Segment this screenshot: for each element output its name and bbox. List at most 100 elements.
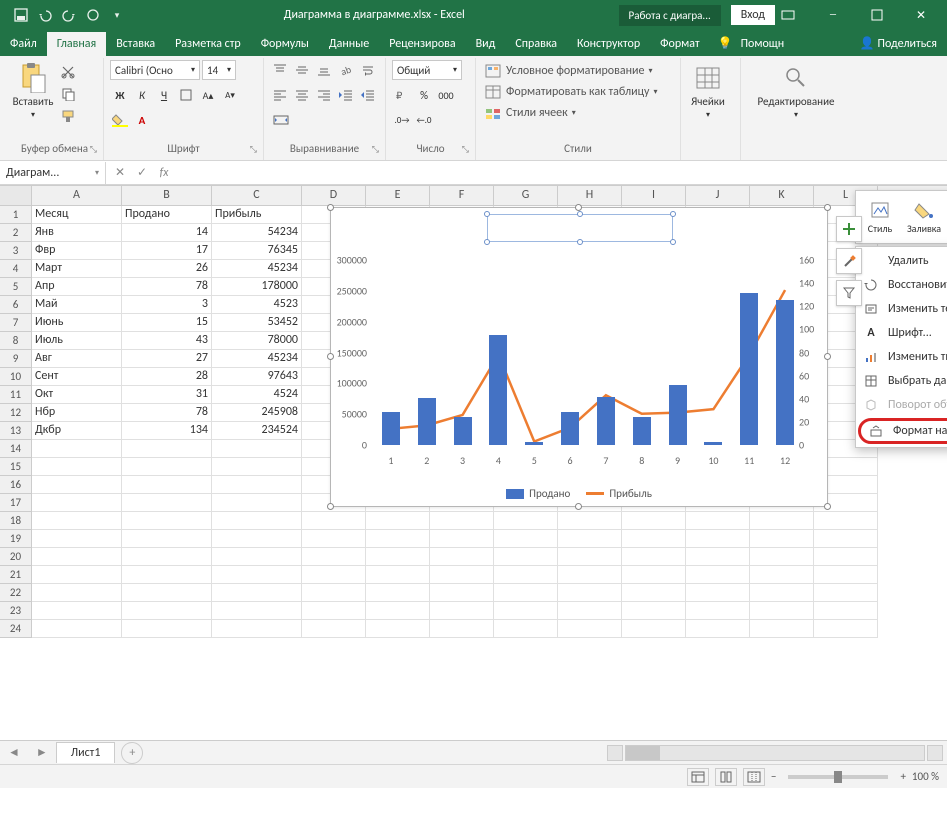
- tab-help[interactable]: Справка: [505, 32, 567, 56]
- chart-bar[interactable]: [597, 397, 615, 445]
- row-header[interactable]: 18: [0, 512, 31, 530]
- chart-bar[interactable]: [525, 442, 543, 445]
- font-name-input[interactable]: Calibri (Осно▾: [110, 60, 200, 80]
- cell[interactable]: [32, 584, 122, 602]
- cell[interactable]: [32, 512, 122, 530]
- comma-button[interactable]: 000: [436, 85, 456, 105]
- cell[interactable]: 134: [122, 422, 212, 440]
- ctx-edit-text[interactable]: Изменить текст: [856, 297, 947, 321]
- row-header[interactable]: 16: [0, 476, 31, 494]
- row-header[interactable]: 20: [0, 548, 31, 566]
- cell[interactable]: [122, 530, 212, 548]
- cell[interactable]: Прибыль: [212, 206, 302, 224]
- chart-bar[interactable]: [704, 442, 722, 445]
- copy-button[interactable]: [58, 84, 78, 104]
- cell[interactable]: 245908: [212, 404, 302, 422]
- page-layout-view-button[interactable]: [715, 768, 737, 786]
- conditional-formatting-button[interactable]: Условное форматирование▾: [482, 60, 654, 81]
- chart-bar[interactable]: [776, 300, 794, 445]
- cell[interactable]: [302, 512, 366, 530]
- chart-bar[interactable]: [669, 385, 687, 445]
- cell[interactable]: [430, 530, 494, 548]
- row-header[interactable]: 2: [0, 224, 31, 242]
- col-header[interactable]: H: [558, 186, 622, 205]
- tab-design[interactable]: Конструктор: [567, 32, 650, 56]
- cell[interactable]: [212, 494, 302, 512]
- cell[interactable]: [622, 602, 686, 620]
- cell[interactable]: [686, 584, 750, 602]
- cell[interactable]: [686, 620, 750, 638]
- cell[interactable]: [622, 548, 686, 566]
- cell[interactable]: [302, 566, 366, 584]
- col-header[interactable]: I: [622, 186, 686, 205]
- cell[interactable]: [622, 620, 686, 638]
- editing-button[interactable]: Редактирование ▾: [747, 60, 845, 122]
- save-icon[interactable]: [12, 6, 30, 24]
- cell-styles-button[interactable]: Стили ячеек▾: [482, 102, 578, 123]
- name-box[interactable]: Диаграм...▾: [0, 162, 106, 184]
- row-header[interactable]: 7: [0, 314, 31, 332]
- number-dialog-icon[interactable]: ⤡: [462, 144, 469, 155]
- chart-styles-button[interactable]: [836, 248, 862, 274]
- format-as-table-button[interactable]: Форматировать как таблицу▾: [482, 81, 660, 102]
- orientation-button[interactable]: ab: [336, 60, 356, 80]
- cell[interactable]: [122, 476, 212, 494]
- maximize-button[interactable]: [855, 0, 899, 30]
- cell[interactable]: Фвр: [32, 242, 122, 260]
- tab-format[interactable]: Формат: [650, 32, 709, 56]
- cell[interactable]: [686, 566, 750, 584]
- cell[interactable]: [302, 548, 366, 566]
- cell[interactable]: Нбр: [32, 404, 122, 422]
- chart-bar[interactable]: [454, 417, 472, 445]
- cell[interactable]: [494, 584, 558, 602]
- cell[interactable]: [32, 602, 122, 620]
- chart-filters-button[interactable]: [836, 280, 862, 306]
- cell[interactable]: [122, 512, 212, 530]
- tab-review[interactable]: Рецензирова: [379, 32, 465, 56]
- cell[interactable]: [212, 440, 302, 458]
- cell[interactable]: [122, 620, 212, 638]
- tab-formulas[interactable]: Формулы: [251, 32, 319, 56]
- cell[interactable]: [558, 620, 622, 638]
- tab-layout[interactable]: Разметка стр: [165, 32, 251, 56]
- cells-button[interactable]: Ячейки ▾: [687, 60, 729, 122]
- hscroll-track[interactable]: [625, 745, 925, 761]
- hscroll-left[interactable]: [607, 745, 623, 761]
- cell[interactable]: [686, 548, 750, 566]
- cell[interactable]: 178000: [212, 278, 302, 296]
- fill-color-button[interactable]: [110, 110, 130, 130]
- zoom-level[interactable]: 100 %: [912, 770, 939, 783]
- row-header[interactable]: 4: [0, 260, 31, 278]
- format-painter-button[interactable]: [58, 106, 78, 126]
- cell[interactable]: 28: [122, 368, 212, 386]
- ribbon-display-icon[interactable]: [781, 10, 811, 20]
- align-top-button[interactable]: [270, 60, 290, 80]
- border-button[interactable]: [176, 85, 196, 105]
- cell[interactable]: [494, 620, 558, 638]
- cell[interactable]: [750, 530, 814, 548]
- col-header[interactable]: J: [686, 186, 750, 205]
- sheet-nav-prev[interactable]: ◄: [0, 745, 28, 760]
- row-header[interactable]: 9: [0, 350, 31, 368]
- merge-button[interactable]: [270, 110, 292, 130]
- cell[interactable]: [32, 548, 122, 566]
- cell[interactable]: 4523: [212, 296, 302, 314]
- cell[interactable]: [32, 620, 122, 638]
- align-right-button[interactable]: [314, 85, 334, 105]
- cell[interactable]: [494, 566, 558, 584]
- cell[interactable]: [302, 530, 366, 548]
- sheet-tab[interactable]: Лист1: [56, 742, 116, 763]
- cell[interactable]: 54234: [212, 224, 302, 242]
- col-header[interactable]: A: [32, 186, 122, 205]
- row-header[interactable]: 12: [0, 404, 31, 422]
- cell[interactable]: 3: [122, 296, 212, 314]
- cell[interactable]: Апр: [32, 278, 122, 296]
- cell[interactable]: [122, 458, 212, 476]
- cell[interactable]: Янв: [32, 224, 122, 242]
- chart-bar[interactable]: [561, 412, 579, 445]
- cell[interactable]: [814, 620, 878, 638]
- cell[interactable]: Дкбр: [32, 422, 122, 440]
- cell[interactable]: [622, 512, 686, 530]
- cell[interactable]: 234524: [212, 422, 302, 440]
- ctx-format-chart-title[interactable]: Формат названия диаграммы...: [858, 418, 947, 444]
